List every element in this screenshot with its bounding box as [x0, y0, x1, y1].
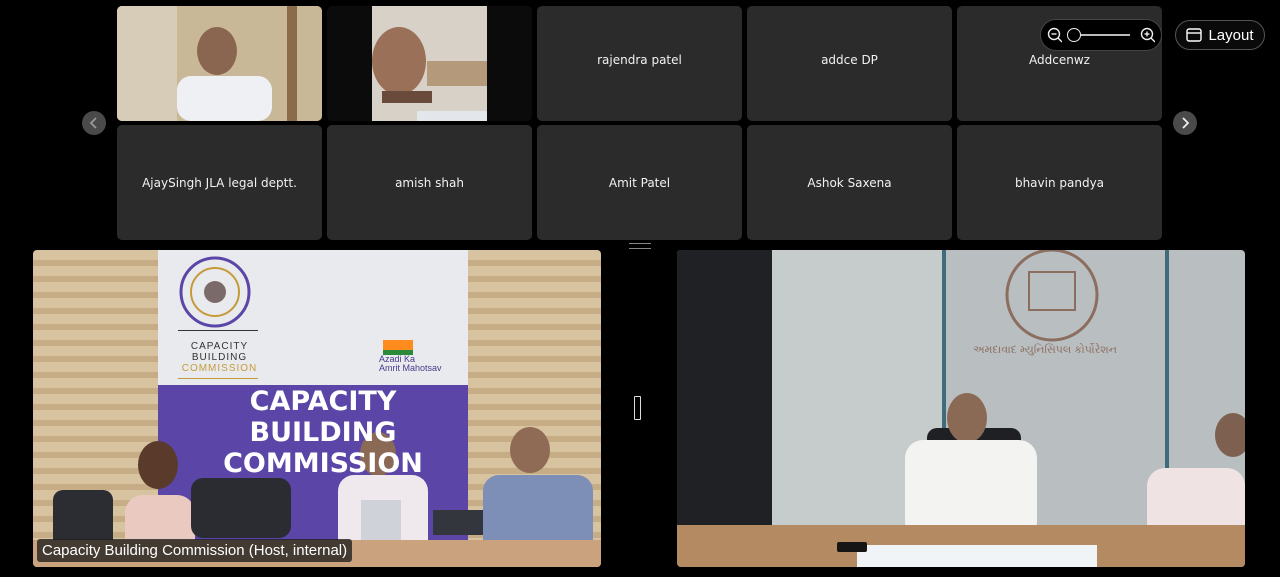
- gallery-zoom-control[interactable]: [1040, 19, 1162, 51]
- layout-button[interactable]: Layout: [1175, 20, 1265, 50]
- participant-name: Addcenwz: [1029, 53, 1090, 67]
- host-name-caption: Capacity Building Commission (Host, inte…: [37, 539, 353, 562]
- main-video-host[interactable]: CAPACITY BUILDING COMMISSION CAPACITY BU…: [33, 250, 601, 567]
- chevron-right-icon: [1182, 117, 1190, 129]
- emblem-text: અમદાવાદ મ્યુનિસિપલ કોર્પોરેશન: [973, 344, 1117, 356]
- layout-button-label: Layout: [1208, 26, 1254, 44]
- participant-name: bhavin pandya: [1014, 175, 1105, 190]
- participant-tile[interactable]: Amit Patel: [537, 125, 742, 240]
- participant-video-1: [117, 6, 322, 121]
- banner-title: CAPACITY BUILDING COMMISSION: [223, 386, 423, 479]
- panel-resize-handle[interactable]: [629, 243, 651, 249]
- video-splitter-handle[interactable]: [634, 396, 641, 420]
- participant-tile-video-1[interactable]: [117, 6, 322, 121]
- azadi-badge: Azadi Ka Amrit Mahotsav: [379, 354, 442, 373]
- participant-tile-video-2[interactable]: [327, 6, 532, 121]
- next-page-button[interactable]: [1173, 111, 1197, 135]
- layout-icon: [1186, 28, 1203, 42]
- participant-tile[interactable]: bhavin pandya: [957, 125, 1162, 240]
- participant-tile[interactable]: rajendra patel: [537, 6, 742, 121]
- participant-tile[interactable]: Ashok Saxena: [747, 125, 952, 240]
- zoom-slider-handle[interactable]: [1067, 28, 1082, 42]
- participant-video-feed: [677, 250, 1245, 567]
- main-video-participant[interactable]: અમદાવાદ મ્યુનિસિપલ કોર્પોરેશન: [677, 250, 1245, 567]
- chevron-left-icon: [89, 117, 97, 129]
- participant-name: AjaySingh JLA legal deptt.: [142, 175, 297, 190]
- participant-name: addce DP: [821, 53, 878, 67]
- zoom-slider[interactable]: [1067, 28, 1130, 42]
- participant-name: Ashok Saxena: [807, 175, 892, 190]
- participant-name: rajendra patel: [597, 53, 682, 67]
- participant-video-2: [327, 6, 532, 121]
- zoom-out-icon[interactable]: [1047, 27, 1063, 43]
- participant-name: amish shah: [395, 175, 464, 190]
- participant-tile[interactable]: amish shah: [327, 125, 532, 240]
- participant-name: Amit Patel: [608, 175, 671, 190]
- zoom-in-icon[interactable]: [1140, 27, 1155, 43]
- participant-tile[interactable]: addce DP: [747, 6, 952, 121]
- participant-tile[interactable]: AjaySingh JLA legal deptt.: [117, 125, 322, 240]
- logo-text: CAPACITY BUILDING COMMISSION: [181, 341, 258, 374]
- previous-page-button[interactable]: [82, 111, 106, 135]
